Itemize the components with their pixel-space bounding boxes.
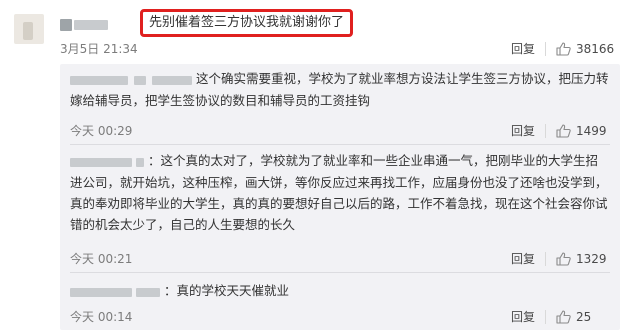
- reply-author-redacted[interactable]: [70, 151, 144, 172]
- reply-item: 这个确实需要重视，学校为了就业率想方设法让学生签三方协议，把压力转嫁给辅导员，把…: [70, 68, 610, 111]
- avatar[interactable]: [14, 14, 44, 44]
- reply-author-redacted[interactable]: [70, 69, 192, 90]
- reply-time: 今天 00:29: [70, 124, 133, 138]
- reply-button[interactable]: 回复: [511, 122, 535, 139]
- reply-item: ：真的学校天天催就业: [70, 280, 610, 302]
- reply-time: 今天 00:21: [70, 252, 133, 266]
- divider: [545, 123, 547, 138]
- thumbs-up-icon: [556, 309, 571, 324]
- thumbs-up-icon: [556, 41, 571, 56]
- like-count: 25: [576, 309, 592, 324]
- divider: [545, 309, 547, 324]
- like-button[interactable]: 38166: [556, 42, 614, 56]
- thumbs-up-icon: [556, 123, 571, 138]
- comment-time: 3月5日 21:34: [60, 42, 138, 56]
- thumbs-up-icon: [556, 251, 571, 266]
- author-name-redacted[interactable]: [60, 14, 108, 33]
- reply-button[interactable]: 回复: [511, 250, 535, 267]
- comment-actions: 回复 38166: [511, 40, 614, 57]
- comment-text-highlighted: 先别催着签三方协议我就谢谢你了: [140, 9, 354, 37]
- like-count: 1329: [576, 251, 607, 266]
- replies-panel: 这个确实需要重视，学校为了就业率想方设法让学生签三方协议，把压力转嫁给辅导员，把…: [60, 64, 620, 330]
- reply-author-redacted[interactable]: [70, 281, 160, 302]
- divider: [545, 251, 547, 266]
- like-count: 1499: [576, 123, 607, 138]
- reply-button[interactable]: 回复: [511, 308, 535, 325]
- reply-actions: 回复 1329: [511, 250, 607, 267]
- like-count: 38166: [576, 41, 615, 56]
- like-button[interactable]: 25: [556, 310, 591, 324]
- divider: [70, 144, 610, 145]
- divider: [545, 41, 547, 56]
- reply-text: ：这个真的太对了，学校就为了就业率和一些企业串通一气，把刚毕业的大学生招进公司，…: [70, 153, 608, 232]
- reply-actions: 回复 1499: [511, 122, 607, 139]
- reply-actions: 回复 25: [511, 308, 591, 325]
- reply-text: ：真的学校天天催就业: [163, 283, 289, 298]
- reply-time: 今天 00:14: [70, 310, 133, 324]
- like-button[interactable]: 1329: [556, 252, 607, 266]
- reply-button[interactable]: 回复: [511, 40, 535, 57]
- divider: [70, 272, 610, 273]
- like-button[interactable]: 1499: [556, 124, 607, 138]
- reply-item: ：这个真的太对了，学校就为了就业率和一些企业串通一气，把刚毕业的大学生招进公司，…: [70, 150, 610, 235]
